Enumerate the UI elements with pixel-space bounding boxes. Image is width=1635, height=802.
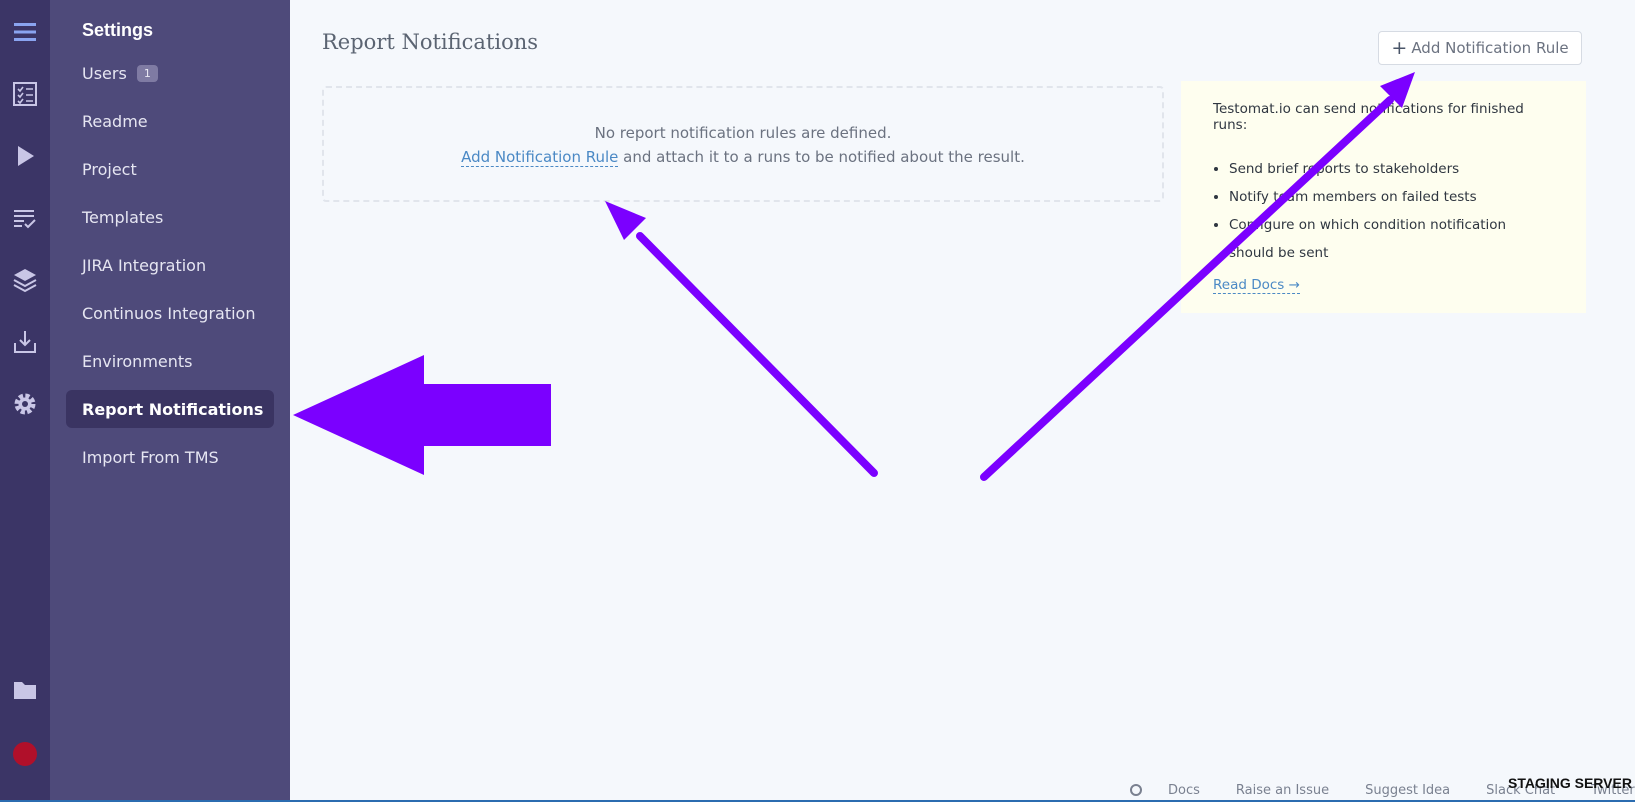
add-notification-rule-link[interactable]: Add Notification Rule bbox=[461, 148, 619, 167]
empty-state: No report notification rules are defined… bbox=[322, 86, 1164, 202]
sidebar-item-environments[interactable]: Environments bbox=[66, 342, 274, 380]
info-list-item: Configure on which condition notificatio… bbox=[1229, 211, 1554, 267]
footer-docs-link[interactable]: Docs bbox=[1168, 783, 1200, 798]
sidebar-item-label: Environments bbox=[82, 351, 193, 371]
info-list: Send brief reports to stakeholders Notif… bbox=[1229, 155, 1554, 267]
sidebar-item-templates[interactable]: Templates bbox=[66, 198, 274, 236]
add-notification-rule-label: Add Notification Rule bbox=[1411, 39, 1569, 57]
info-list-item: Send brief reports to stakeholders bbox=[1229, 155, 1554, 183]
users-count-badge: 1 bbox=[136, 64, 158, 82]
sidebar-item-users[interactable]: Users 1 bbox=[66, 54, 274, 92]
sidebar-item-readme[interactable]: Readme bbox=[66, 102, 274, 140]
add-notification-rule-button[interactable]: + Add Notification Rule bbox=[1378, 31, 1582, 65]
sidebar-item-label: Project bbox=[82, 159, 137, 179]
footer-suggest-idea-link[interactable]: Suggest Idea bbox=[1365, 783, 1450, 798]
sidebar-item-report-notifications[interactable]: Report Notifications bbox=[66, 390, 274, 428]
sidebar-item-label: Import From TMS bbox=[82, 447, 219, 467]
empty-state-hint-text: and attach it to a runs to be notified a… bbox=[623, 148, 1025, 166]
sidebar-item-label: Users bbox=[82, 63, 127, 83]
play-icon[interactable] bbox=[11, 142, 39, 170]
arrow-to-empty-link-shaft bbox=[636, 232, 878, 477]
settings-nav: Users 1 Readme Project Templates JIRA In… bbox=[66, 54, 274, 486]
sidebar-item-continuous-integration[interactable]: Continuos Integration bbox=[66, 294, 274, 332]
empty-state-message: No report notification rules are defined… bbox=[594, 124, 892, 142]
sidebar-item-label: Templates bbox=[82, 207, 164, 227]
menu-icon[interactable] bbox=[11, 18, 39, 46]
import-icon[interactable] bbox=[11, 328, 39, 356]
info-list-item: Notify team members on failed tests bbox=[1229, 183, 1554, 211]
info-intro: Testomat.io can send notifications for f… bbox=[1213, 101, 1524, 133]
icon-rail bbox=[0, 0, 50, 802]
info-panel: Testomat.io can send notifications for f… bbox=[1181, 81, 1586, 313]
sidebar-item-label: Report Notifications bbox=[82, 399, 264, 419]
layers-icon[interactable] bbox=[11, 266, 39, 294]
read-docs-link[interactable]: Read Docs → bbox=[1213, 277, 1300, 294]
folder-icon[interactable] bbox=[11, 676, 39, 704]
sidebar-item-label: Readme bbox=[82, 111, 148, 131]
checklist-icon[interactable] bbox=[11, 80, 39, 108]
sidebar-item-label: Continuos Integration bbox=[82, 303, 256, 323]
sidebar-item-jira-integration[interactable]: JIRA Integration bbox=[66, 246, 274, 284]
sidebar-item-import-from-tms[interactable]: Import From TMS bbox=[66, 438, 274, 476]
settings-sidebar: Settings Users 1 Readme Project Template… bbox=[50, 0, 290, 802]
sidebar-item-label: JIRA Integration bbox=[82, 255, 207, 275]
page-title: Report Notifications bbox=[322, 30, 539, 54]
runs-icon[interactable] bbox=[11, 204, 39, 232]
gear-icon[interactable] bbox=[11, 390, 39, 418]
arrow-to-empty-link-head bbox=[605, 201, 646, 240]
plus-icon: + bbox=[1391, 37, 1408, 59]
sidebar-title: Settings bbox=[82, 20, 154, 40]
help-icon[interactable] bbox=[1130, 784, 1142, 796]
empty-state-hint: Add Notification Rule and attach it to a… bbox=[324, 148, 1162, 167]
sidebar-item-project[interactable]: Project bbox=[66, 150, 274, 188]
footer-raise-issue-link[interactable]: Raise an Issue bbox=[1236, 783, 1329, 798]
staging-server-label: STAGING SERVER bbox=[1508, 775, 1632, 791]
big-left-arrow bbox=[293, 355, 551, 475]
avatar[interactable] bbox=[11, 740, 39, 768]
